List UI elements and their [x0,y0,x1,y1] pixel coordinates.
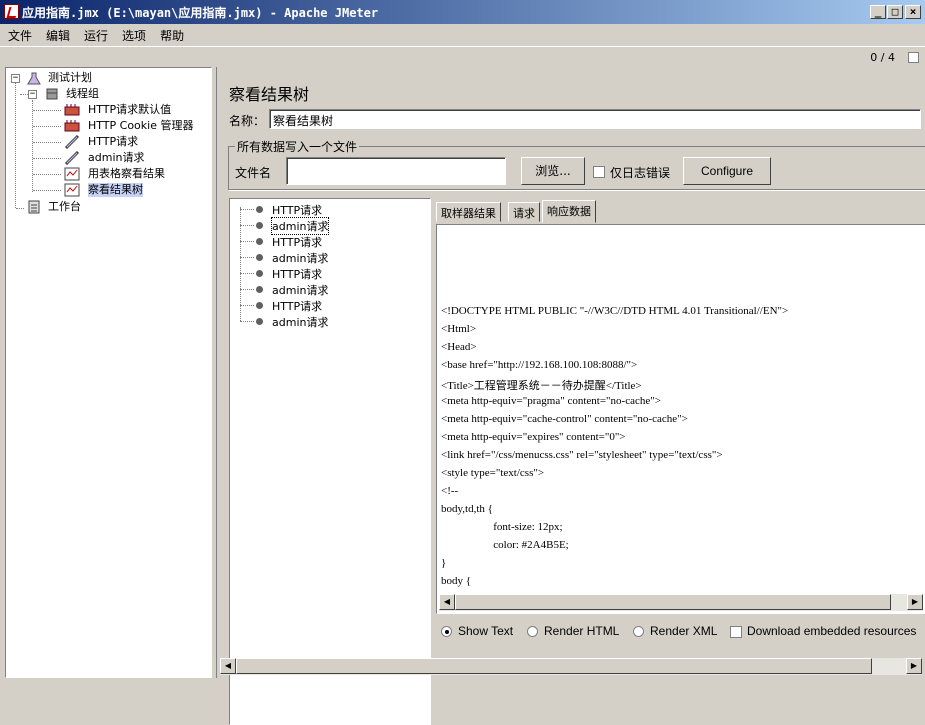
show-text-radio[interactable] [441,626,452,637]
window-title: 应用指南.jmx (E:\mayan\应用指南.jmx) - Apache JM… [22,6,379,20]
result-item[interactable]: HTTP请求 [272,202,322,218]
collapse-thread-group-toggle[interactable]: − [28,90,37,99]
errors-only-label: 仅日志错误 [610,166,671,180]
test-plan-tree: − 测试计划 − 线程组 HTTP请求默认值 HTTP Cookie 管理器 H… [5,67,212,678]
response-line: <Head> [441,341,477,353]
result-item[interactable]: HTTP请求 [272,298,322,314]
response-horizontal-scrollbar[interactable]: ◀ ▶ [439,594,923,611]
result-item[interactable]: HTTP请求 [272,234,322,250]
menu-options[interactable]: 选项 [114,24,152,44]
workbench-clipboard-icon [26,200,42,214]
configure-button[interactable]: Configure [683,157,771,185]
response-line: font-size: 12px; [441,521,563,533]
status-strip: 0 / 4 [0,46,925,66]
tree-node-test-plan[interactable]: 测试计划 [48,71,92,85]
render-html-label: Render HTML [544,624,620,638]
render-html-radio[interactable] [527,626,538,637]
filename-field[interactable] [286,157,506,185]
response-line: <Html> [441,323,477,335]
download-resources-checkbox[interactable] [730,626,742,638]
result-item[interactable]: admin请求 [272,314,328,330]
scroll-left-arrow-icon[interactable]: ◀ [220,658,236,674]
tree-node-table-results[interactable]: 用表格察看结果 [88,167,165,181]
response-line: } [441,557,447,569]
sampler-pipette-icon [64,134,80,150]
view-results-tree-panel: 察看结果树 名称： 察看结果树 所有数据写入一个文件 文件名 浏览... 仅日志… [216,67,925,725]
tree-node-http-request[interactable]: HTTP请求 [88,135,138,149]
results-list: HTTP请求 admin请求 HTTP请求 admin请求 HTTP请求 adm… [229,198,431,725]
listener-icon [64,183,80,197]
menu-bar: 文件 编辑 运行 选项 帮助 [0,24,925,46]
render-xml-label: Render XML [650,624,718,638]
tab-request[interactable]: 请求 [508,202,540,222]
response-text-area[interactable]: <!DOCTYPE HTML PUBLIC "-//W3C//DTD HTML … [436,224,925,614]
response-line: <base href="http://192.168.100.108:8088/… [441,359,638,371]
flask-icon [26,72,42,86]
jmeter-app-icon [4,4,19,19]
response-line: <style type="text/css"> [441,467,545,479]
tree-node-view-results-tree[interactable]: 察看结果树 [88,183,143,197]
response-line: <link href="/css/menucss.css" rel="style… [441,449,723,461]
panel-title: 察看结果树 [229,85,310,104]
menu-file[interactable]: 文件 [0,24,38,44]
tree-node-workbench[interactable]: 工作台 [48,200,81,214]
minimize-button[interactable]: _ [870,5,886,19]
tree-node-admin-request[interactable]: admin请求 [88,151,144,165]
spool-icon [44,87,60,101]
listener-icon [64,167,80,181]
close-button[interactable]: × [905,5,921,19]
panel-horizontal-scrollbar[interactable]: ◀ ▶ [220,658,922,675]
cookie-manager-icon [64,119,80,133]
name-label: 名称： [229,114,266,128]
response-line: <!-- [441,485,459,497]
show-text-label: Show Text [458,624,514,638]
response-line: body,td,th { [441,503,493,515]
response-line: <!DOCTYPE HTML PUBLIC "-//W3C//DTD HTML … [441,305,789,317]
tab-sampler-result[interactable]: 取样器结果 [436,202,501,222]
response-line: <Title>工程管理系统－－待办提醒</Title> [441,380,642,392]
response-line: <meta http-equiv="pragma" content="no-ca… [441,395,661,407]
response-line: <meta http-equiv="cache-control" content… [441,413,688,425]
browse-button[interactable]: 浏览... [521,157,585,185]
response-line: color: #2A4B5E; [441,539,569,551]
status-indicator [908,52,919,63]
sampler-pipette-icon [64,150,80,166]
tab-response-data[interactable]: 响应数据 [542,200,596,223]
menu-help[interactable]: 帮助 [152,24,190,44]
download-resources-label: Download embedded resources [747,624,917,638]
menu-edit[interactable]: 编辑 [38,24,76,44]
scroll-thumb[interactable] [455,594,891,610]
collapse-test-plan-toggle[interactable]: − [11,74,20,83]
name-field[interactable]: 察看结果树 [269,109,921,129]
scroll-right-arrow-icon[interactable]: ▶ [906,658,922,674]
response-line: <meta http-equiv="expires" content="0"> [441,431,626,443]
maximize-button[interactable]: □ [887,5,903,19]
errors-only-checkbox[interactable] [593,166,605,178]
result-item[interactable]: HTTP请求 [272,266,322,282]
thread-counter: 0 / 4 [870,51,895,64]
response-line: body { [441,575,472,587]
result-item[interactable]: admin请求 [272,282,328,298]
result-item-selected[interactable]: admin请求 [270,217,330,235]
title-bar: 应用指南.jmx (E:\mayan\应用指南.jmx) - Apache JM… [0,0,925,24]
result-item[interactable]: admin请求 [272,250,328,266]
menu-run[interactable]: 运行 [76,24,114,44]
result-tabs: 取样器结果 请求 响应数据 [436,198,925,226]
tree-node-http-defaults[interactable]: HTTP请求默认值 [88,103,171,117]
render-xml-radio[interactable] [633,626,644,637]
scroll-right-arrow-icon[interactable]: ▶ [907,594,923,610]
file-group-title: 所有数据写入一个文件 [235,138,360,155]
scroll-thumb[interactable] [236,658,872,674]
tree-node-thread-group[interactable]: 线程组 [66,87,99,101]
filename-label: 文件名 [235,166,272,180]
tree-node-cookie-manager[interactable]: HTTP Cookie 管理器 [88,119,193,133]
config-element-icon [64,103,80,117]
scroll-left-arrow-icon[interactable]: ◀ [439,594,455,610]
